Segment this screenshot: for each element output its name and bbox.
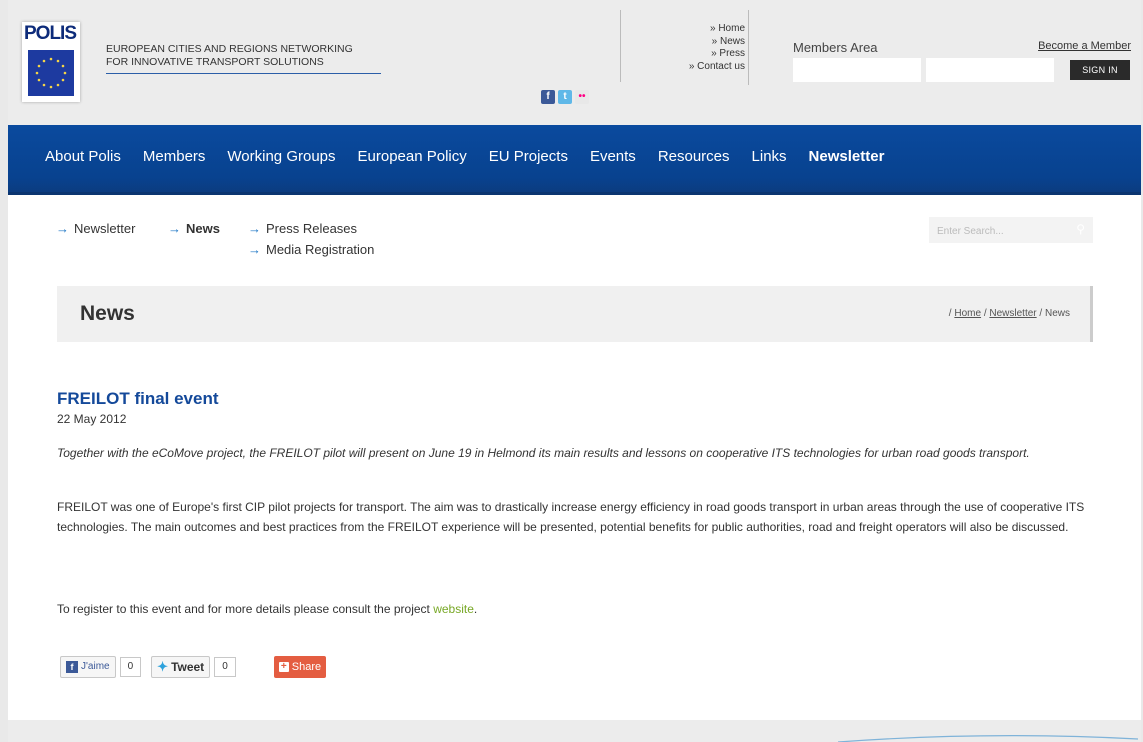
subnav-label: Press Releases xyxy=(266,221,358,236)
subnav-label: Media Registration xyxy=(266,242,375,257)
username-input[interactable] xyxy=(793,58,921,82)
breadcrumb-separator: / xyxy=(948,308,952,319)
logo-text: POLIS xyxy=(24,23,77,44)
tweet-count: 0 xyxy=(214,657,236,677)
arrow-right-icon: → xyxy=(168,221,181,236)
breadcrumb-home[interactable]: Home xyxy=(954,308,981,319)
arrow-right-icon: → xyxy=(248,242,261,257)
tweet-label: Tweet xyxy=(171,660,205,674)
become-member-link[interactable]: Become a Member xyxy=(1038,40,1131,52)
share-button[interactable]: + Share xyxy=(273,656,327,678)
subnav-press-releases[interactable]: → Press Releases xyxy=(248,221,357,236)
search-input[interactable]: Enter Search... ⚲ xyxy=(929,217,1093,243)
article-lead: Together with the eCoMove project, the F… xyxy=(57,446,1030,460)
share-label: Share xyxy=(291,661,322,673)
breadcrumb-separator: / xyxy=(1039,308,1043,319)
nav-item-about-polis[interactable]: About Polis xyxy=(45,148,121,165)
header-divider-left xyxy=(620,10,621,82)
facebook-like-button[interactable]: f J'aime xyxy=(60,656,116,678)
top-link-news[interactable]: » News xyxy=(663,36,745,49)
breadcrumb-newsletter[interactable]: Newsletter xyxy=(989,308,1036,319)
eu-flag-icon xyxy=(28,50,74,96)
article-title[interactable]: FREILOT final event xyxy=(57,389,219,409)
subnav-news[interactable]: → News xyxy=(168,221,220,236)
flickr-icon[interactable]: •• xyxy=(575,90,589,104)
nav-item-resources[interactable]: Resources xyxy=(658,148,730,165)
top-links: » Home » News » Press » Contact us xyxy=(663,23,745,73)
header: POLIS EUROPEAN CITIES AND REGIONS NETWOR… xyxy=(8,0,1141,125)
page-title-bar: News / Home / Newsletter / News xyxy=(57,286,1093,342)
twitter-bird-icon: ✦ xyxy=(157,659,169,674)
members-area-label: Members Area xyxy=(793,40,878,55)
plus-icon: + xyxy=(278,662,289,672)
page: POLIS EUROPEAN CITIES AND REGIONS NETWOR… xyxy=(8,0,1141,742)
nav-item-eu-projects[interactable]: EU Projects xyxy=(489,148,568,165)
decorative-wave-icon xyxy=(838,735,1138,742)
top-link-press[interactable]: » Press xyxy=(663,48,745,61)
subnav-label: News xyxy=(186,221,220,236)
tagline-line-2: FOR INNOVATIVE TRANSPORT SOLUTIONS xyxy=(106,56,324,68)
register-paragraph: To register to this event and for more d… xyxy=(57,602,477,616)
facebook-icon[interactable]: f xyxy=(541,90,555,104)
site-tagline: EUROPEAN CITIES AND REGIONS NETWORKING F… xyxy=(106,43,381,74)
tweet-button[interactable]: ✦ Tweet xyxy=(151,656,211,678)
subnav-newsletter[interactable]: → Newsletter xyxy=(56,221,135,236)
arrow-right-icon: → xyxy=(56,221,69,236)
arrow-right-icon: → xyxy=(248,221,261,236)
search-icon[interactable]: ⚲ xyxy=(1076,222,1085,236)
social-links: f t •• xyxy=(541,90,589,104)
like-label: J'aime xyxy=(81,661,110,672)
facebook-icon: f xyxy=(66,661,78,673)
nav-item-links[interactable]: Links xyxy=(752,148,787,165)
nav-item-newsletter[interactable]: Newsletter xyxy=(809,148,885,165)
password-input[interactable] xyxy=(926,58,1054,82)
register-text: To register to this event and for more d… xyxy=(57,602,434,616)
nav-item-european-policy[interactable]: European Policy xyxy=(358,148,467,165)
article-date: 22 May 2012 xyxy=(57,412,127,426)
polis-logo[interactable]: POLIS xyxy=(22,22,80,102)
eu-stars-icon xyxy=(28,50,74,96)
subnav-label: Newsletter xyxy=(74,221,136,236)
breadcrumb-separator: / xyxy=(983,308,987,319)
like-count: 0 xyxy=(119,657,142,677)
nav-item-working-groups[interactable]: Working Groups xyxy=(227,148,335,165)
twitter-icon[interactable]: t xyxy=(558,90,572,104)
top-link-home[interactable]: » Home xyxy=(663,23,745,36)
header-divider-right xyxy=(748,10,749,85)
top-link-contact[interactable]: » Contact us xyxy=(663,61,745,74)
register-end: . xyxy=(473,602,478,616)
tagline-line-1: EUROPEAN CITIES AND REGIONS NETWORKING xyxy=(106,43,353,55)
search-placeholder: Enter Search... xyxy=(937,226,1004,237)
page-title: News xyxy=(80,302,135,325)
sign-in-button[interactable]: SIGN IN xyxy=(1070,60,1130,80)
share-bar: f J'aime 0 ✦ Tweet 0 + Share xyxy=(60,656,327,678)
article-body: FREILOT was one of Europe's first CIP pi… xyxy=(57,500,1085,534)
breadcrumb: / Home / Newsletter / News xyxy=(949,308,1070,319)
nav-item-members[interactable]: Members xyxy=(143,148,206,165)
main-nav: About Polis Members Working Groups Europ… xyxy=(8,125,1141,195)
subnav-media-registration[interactable]: → Media Registration xyxy=(248,242,374,257)
breadcrumb-current: News xyxy=(1044,308,1070,319)
nav-item-events[interactable]: Events xyxy=(590,148,636,165)
project-website-link[interactable]: website xyxy=(433,602,474,616)
